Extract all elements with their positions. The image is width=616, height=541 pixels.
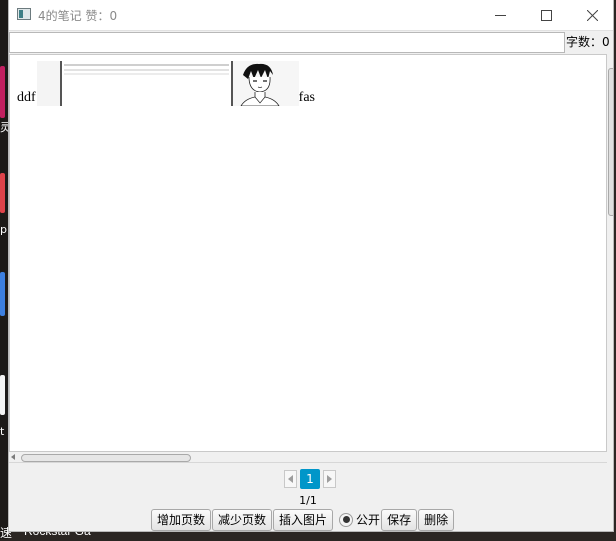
header-row: 字数：0 [9,32,613,54]
page-indicator: 1/1 [299,494,317,507]
chevron-left-icon [288,475,293,483]
insert-image-button[interactable]: 插入图片 [273,508,334,531]
desktop-background: 灵 ph t [0,0,8,539]
maximize-icon [540,9,552,21]
next-page-button[interactable] [323,470,336,488]
dock-label: t [0,426,5,438]
minimize-icon [494,14,506,16]
screenshot-image[interactable] [36,61,233,106]
add-page-button[interactable]: 增加页数 [151,508,212,531]
pagination: 1 [284,469,336,489]
portrait-image[interactable] [232,61,299,106]
app-icon-blue[interactable] [0,272,5,316]
vertical-scrollbar[interactable] [607,54,613,452]
bottom-toolbar: 增加页数 减少页数 插入图片 公开 保存 删除 [151,508,455,531]
remove-page-button[interactable]: 减少页数 [212,508,273,531]
vertical-scroll-thumb[interactable] [608,68,613,216]
public-radio[interactable] [339,512,354,527]
editor-content[interactable]: ddf fas [17,61,315,106]
save-button[interactable]: 保存 [381,508,418,531]
page-button-current[interactable]: 1 [300,469,320,489]
editor-text-before: ddf [17,90,36,105]
note-window: 4的笔记 赞：0 字数：0 ddf fas 1 1/1 增加页数 减少页数 插入… [8,0,614,532]
delete-button[interactable]: 删除 [418,508,455,531]
note-editor[interactable]: ddf fas [9,54,607,452]
char-count-label: 字数：0 [566,35,610,49]
dock-label: 灵 [0,122,8,134]
chevron-right-icon [327,475,332,483]
dock-label: ph [0,224,8,236]
portrait-drawing [240,63,280,106]
title-bar[interactable]: 4的笔记 赞：0 [9,0,613,31]
minimize-button[interactable] [477,0,523,30]
title-input[interactable] [9,32,565,53]
app-icon [17,8,31,20]
horizontal-scrollbar[interactable] [9,452,607,463]
public-radio-label[interactable]: 公开 [356,511,380,528]
close-button[interactable] [569,0,613,30]
close-icon [586,9,598,21]
app-icon-pink[interactable] [0,66,5,118]
radio-selected-dot [342,516,350,523]
window-title: 4的笔记 赞：0 [38,9,118,23]
maximize-button[interactable] [523,0,569,30]
app-icon-red[interactable] [0,173,5,213]
app-icon-white[interactable] [0,375,5,415]
horizontal-scroll-thumb[interactable] [21,454,191,462]
prev-page-button[interactable] [284,470,297,488]
editor-text-after: fas [298,90,315,105]
scroll-left-icon[interactable] [11,454,15,460]
screenshot-frame [59,61,233,106]
